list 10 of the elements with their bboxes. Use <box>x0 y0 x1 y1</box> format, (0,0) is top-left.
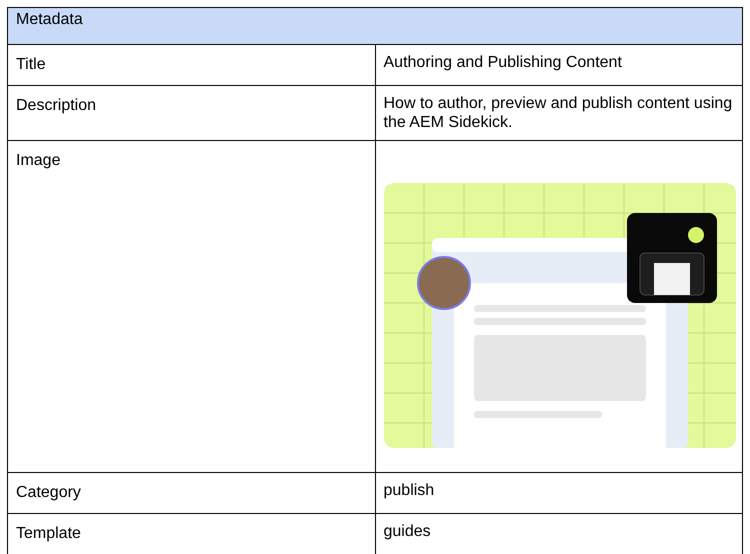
table-cell: How to author, preview and publish content using the AEM Sidekick. <box>384 95 732 131</box>
table-cell: Authoring and Publishing Content <box>384 54 622 71</box>
table-cell: Description <box>8 86 375 140</box>
table-cell: guides <box>384 523 431 540</box>
table-cell: Title <box>8 44 375 86</box>
table-cell: Category <box>8 472 375 514</box>
header-cell: Metadata <box>8 8 742 44</box>
table-cell: publish <box>384 482 434 499</box>
table-cell: Image <box>8 140 375 472</box>
table-cell: Template <box>8 514 375 554</box>
